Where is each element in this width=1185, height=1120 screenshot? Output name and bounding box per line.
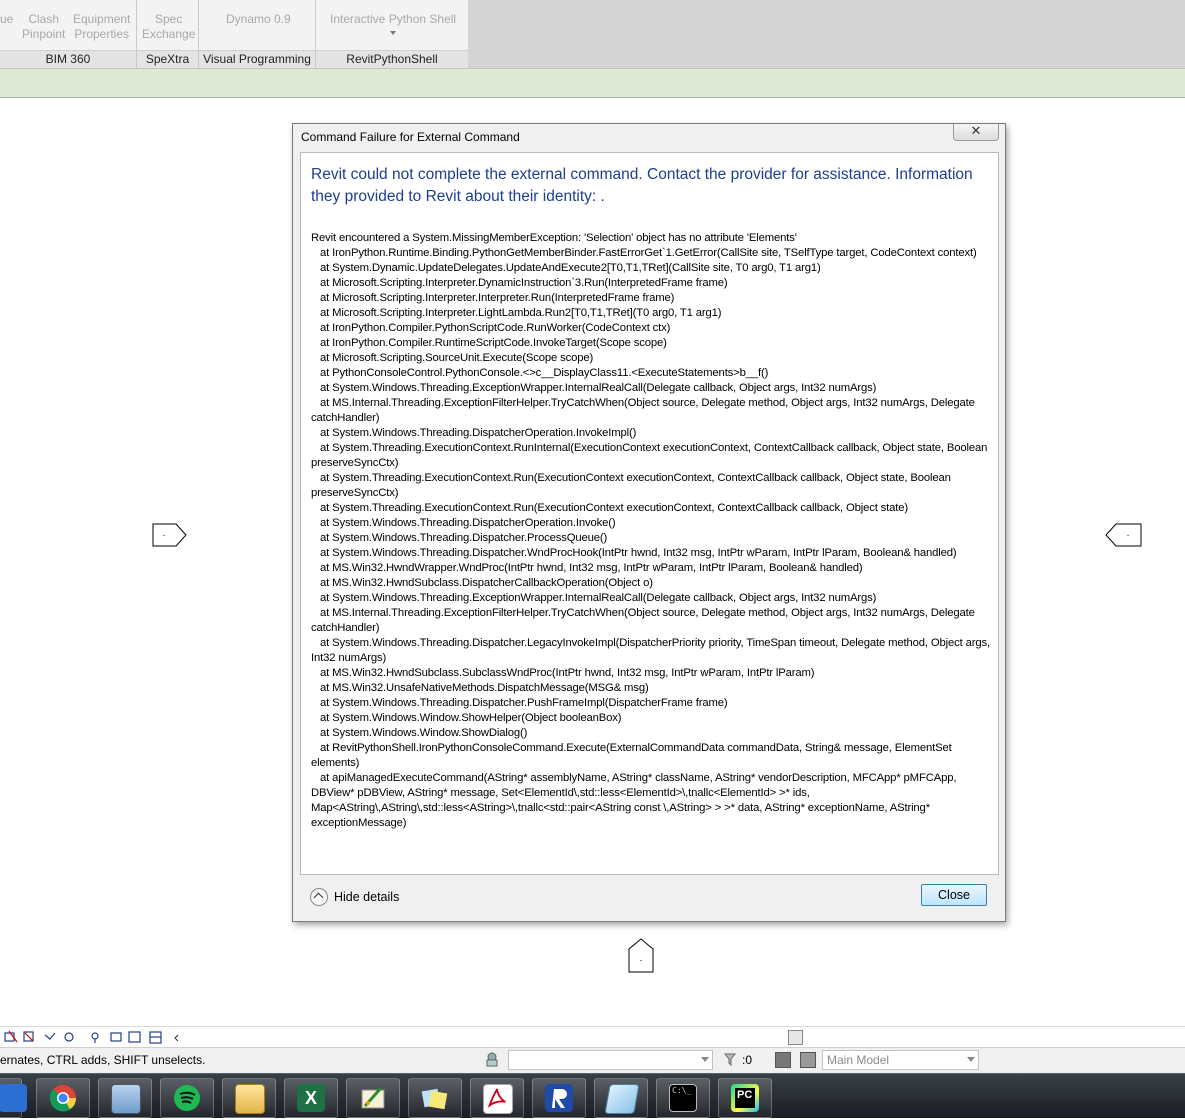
excel-icon: X: [297, 1084, 325, 1112]
chevron-down-icon: [701, 1057, 709, 1062]
notepad-icon: [604, 1084, 640, 1114]
status-bar: ernates, CTRL adds, SHIFT unselects. :0 …: [0, 1047, 1185, 1073]
design-option-dropdown[interactable]: Main Model: [822, 1050, 979, 1070]
main-model-label: Main Model: [827, 1053, 890, 1067]
reveal-hidden-icon: [110, 1032, 122, 1042]
mail-icon: [0, 1084, 27, 1112]
ribbon-group-spextra: Spec Exchange SpeXtra: [137, 0, 199, 68]
marker-dot: ·: [1126, 530, 1129, 541]
ribbon-group-label: RevitPythonShell: [316, 50, 468, 68]
command-failure-dialog: Command Failure for External Command ✕ R…: [292, 123, 1006, 922]
taskbar-sticky-notes[interactable]: [408, 1078, 462, 1118]
chevron-down-icon: [967, 1057, 975, 1062]
calculator-icon: [111, 1084, 141, 1114]
dialog-footer: Hide details Close: [300, 876, 997, 916]
temporary-hide-icon: [91, 1032, 99, 1040]
close-icon[interactable]: ✕: [953, 124, 999, 141]
acrobat-icon: [483, 1084, 513, 1114]
status-message: ernates, CTRL adds, SHIFT unselects.: [0, 1053, 206, 1067]
paint-icon: [361, 1087, 385, 1109]
ribbon-group-label: Visual Programming: [199, 50, 315, 68]
workset-dropdown[interactable]: [508, 1050, 713, 1070]
dialog-title: Command Failure for External Command: [301, 130, 520, 144]
elevation-marker-west[interactable]: ·: [152, 523, 188, 549]
taskbar-mail[interactable]: [0, 1078, 27, 1118]
scrollbar-thumb[interactable]: [788, 1030, 803, 1045]
exception-details: Revit encountered a System.MissingMember…: [311, 232, 990, 829]
taskbar-revit[interactable]: [532, 1078, 586, 1118]
ribbon-group-label: SpeXtra: [137, 50, 198, 68]
spotify-icon: [174, 1085, 200, 1111]
dropdown-arrow-icon: [390, 31, 397, 35]
taskbar-paint[interactable]: [346, 1078, 400, 1118]
revit-icon: [545, 1084, 573, 1112]
ribbon-group-revitpythonshell: Interactive Python Shell RevitPythonShel…: [316, 0, 468, 68]
view-control-icons[interactable]: [3, 1029, 183, 1045]
worksharing-icon: [128, 1031, 141, 1043]
design-options-icon[interactable]: [775, 1052, 791, 1068]
clash-pinpoint-button[interactable]: Clash Pinpoint: [22, 12, 65, 42]
spec-exchange-button[interactable]: Spec Exchange: [142, 12, 195, 42]
taskbar-calculator[interactable]: [98, 1078, 152, 1118]
cmd-icon: C:\_: [669, 1084, 697, 1112]
chrome-icon: [49, 1085, 77, 1112]
options-bar: [0, 68, 1185, 98]
taskbar-pycharm[interactable]: PC: [718, 1078, 772, 1118]
marker-dot: ·: [162, 530, 165, 541]
chevron-up-icon: [310, 887, 328, 906]
selection-count: :0: [742, 1053, 753, 1067]
pycharm-icon: PC: [731, 1084, 759, 1112]
ribbon-panel: ue Clash Pinpoint Equipment Properties BIM…: [0, 0, 469, 68]
selection-filter-icon[interactable]: [722, 1051, 738, 1067]
taskbar-excel[interactable]: X: [284, 1078, 338, 1118]
workset-icon[interactable]: [484, 1051, 500, 1067]
taskbar-acrobat[interactable]: [470, 1078, 524, 1118]
ribbon-group-bim360: Clash Pinpoint Equipment Properties BIM 36…: [0, 0, 137, 68]
ribbon-group-visual-programming: Dynamo 0.9 Visual Programming: [199, 0, 316, 68]
elevation-marker-south[interactable]: ·: [628, 938, 656, 974]
dynamo-button[interactable]: Dynamo 0.9: [226, 12, 291, 27]
taskbar-chrome[interactable]: [36, 1078, 90, 1118]
interactive-python-shell-button[interactable]: Interactive Python Shell: [330, 12, 456, 35]
hide-details-toggle[interactable]: Hide details: [310, 886, 399, 906]
dialog-content-panel: Revit could not complete the external co…: [300, 152, 999, 875]
taskbar-spotify[interactable]: [160, 1078, 214, 1118]
main-instruction: Revit could not complete the external co…: [311, 166, 973, 205]
windows-taskbar: X C:\_ PC: [0, 1073, 1185, 1118]
pycharm-label: PC: [735, 1088, 755, 1108]
view-control-bar: [0, 1026, 1185, 1047]
chevron-left-icon: [174, 1034, 179, 1042]
shadows-icon: [44, 1032, 56, 1040]
elevation-marker-east[interactable]: ·: [1105, 523, 1143, 549]
taskbar-cmd[interactable]: C:\_: [656, 1078, 710, 1118]
ribbon-group-label: BIM 360: [0, 50, 136, 68]
taskbar-notepad[interactable]: [594, 1078, 648, 1118]
editable-only-icon[interactable]: [800, 1052, 816, 1068]
hide-details-label: Hide details: [334, 889, 400, 904]
crop-view-icon: [64, 1032, 74, 1042]
taskbar-file-explorer[interactable]: [222, 1078, 276, 1118]
marker-dot: ·: [639, 955, 642, 966]
file-explorer-icon: [235, 1084, 265, 1114]
sticky-notes-icon: [421, 1088, 448, 1110]
close-button[interactable]: Close: [921, 884, 987, 906]
ribbon-empty-area: [468, 0, 1185, 68]
equipment-properties-button[interactable]: Equipment Properties: [73, 12, 130, 42]
